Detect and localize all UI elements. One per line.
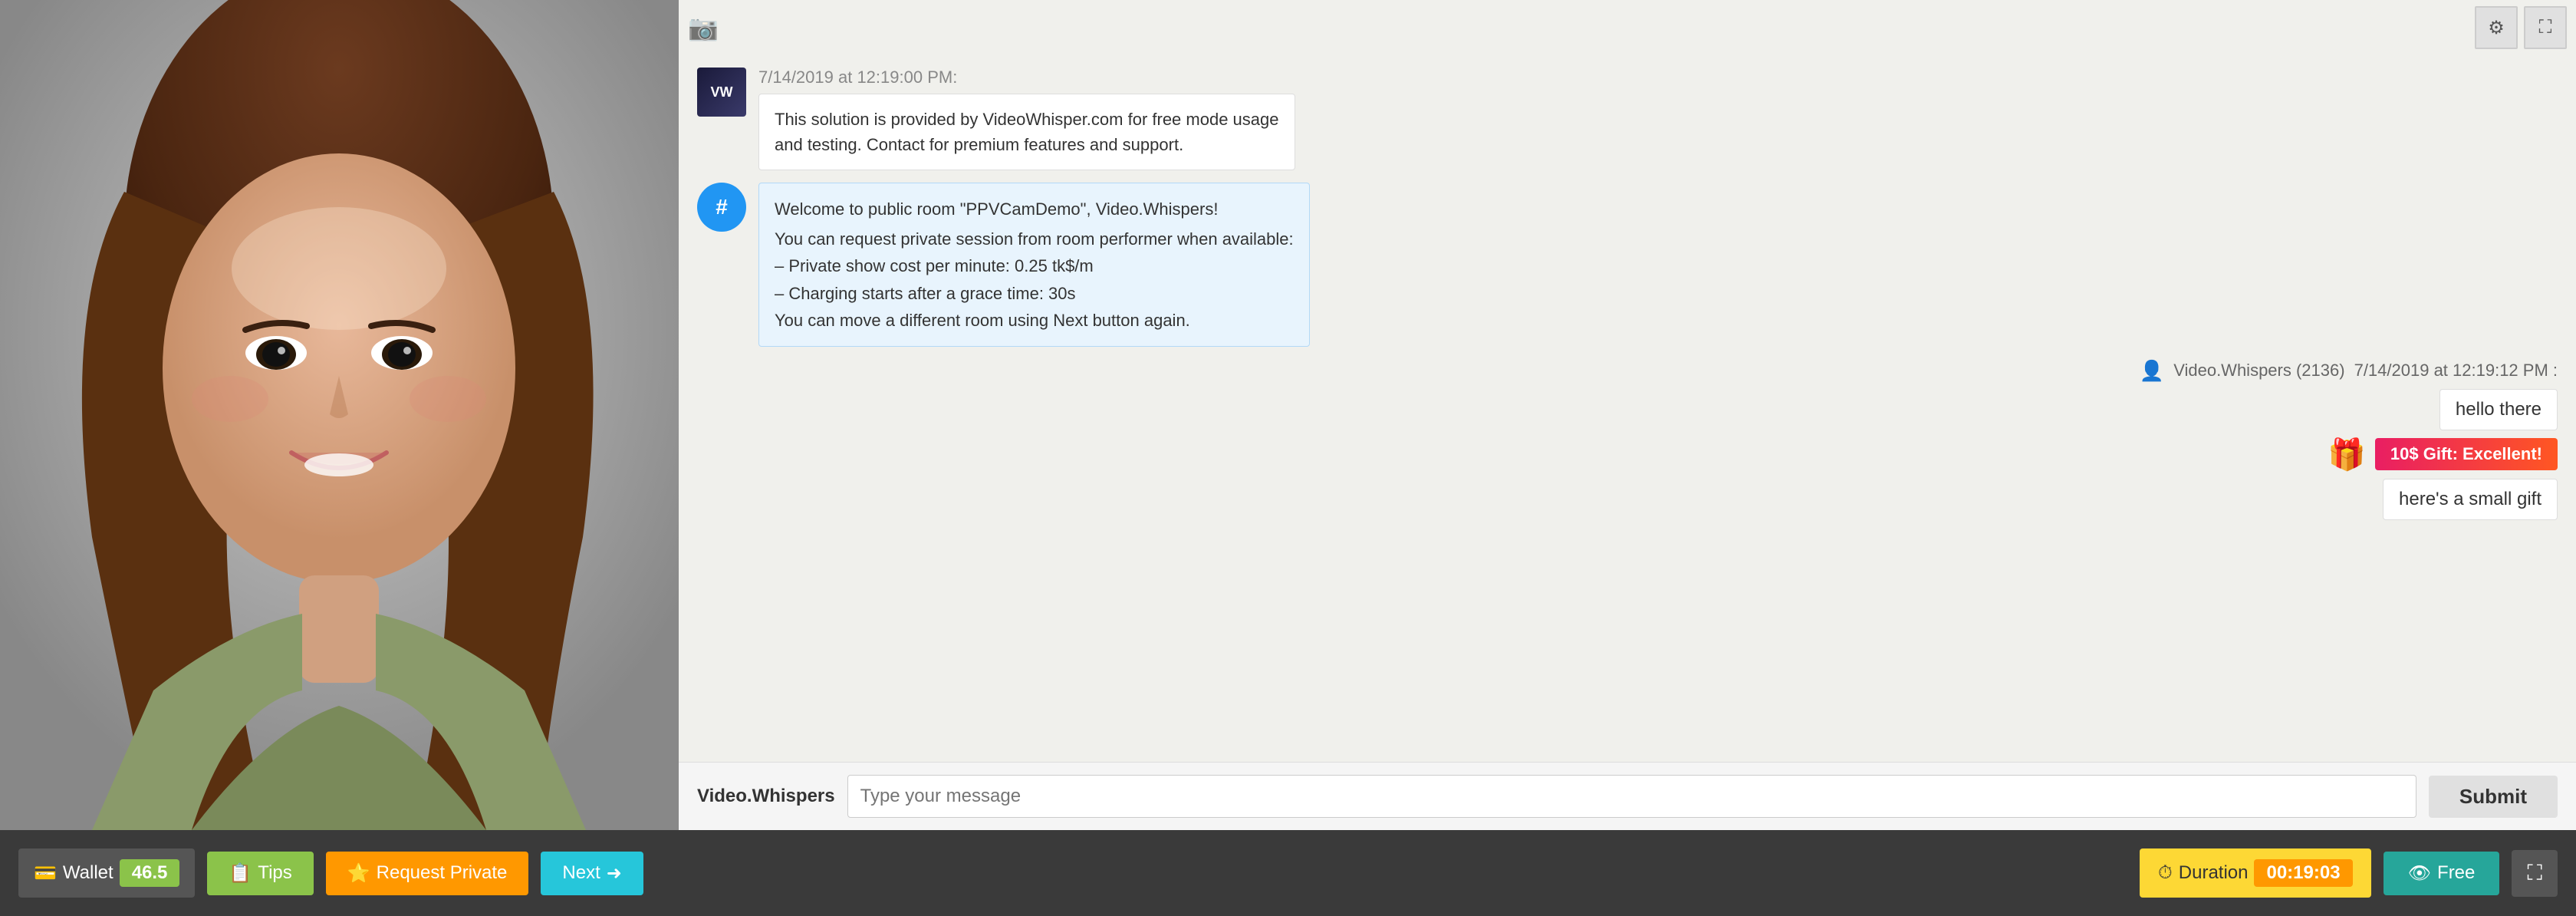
video-placeholder <box>0 0 679 830</box>
system-timestamp: 7/14/2019 at 12:19:00 PM: <box>758 68 1295 87</box>
next-button[interactable]: Next ➜ <box>541 852 643 895</box>
info-avatar: # <box>697 183 746 232</box>
user-section: 👤 Video.Whispers (2136) 7/14/2019 at 12:… <box>697 359 2558 520</box>
chat-input-bar: Video.Whispers Submit <box>679 762 2576 830</box>
video-panel <box>0 0 679 830</box>
system-message-text: This solution is provided by VideoWhispe… <box>775 110 1279 154</box>
duration-icon: ⏱ <box>2158 862 2173 884</box>
chat-topbar: 📷 ⚙ ⛶ <box>679 0 2576 55</box>
wallet-button[interactable]: 💳 Wallet 46.5 <box>18 848 195 898</box>
info-message: # Welcome to public room "PPVCamDemo", V… <box>697 183 2558 347</box>
private-label: Request Private <box>377 862 508 884</box>
gift-icon: 🎁 <box>2328 437 2366 473</box>
info-title: Welcome to public room "PPVCamDemo", Vid… <box>775 196 1294 222</box>
user-header: 👤 Video.Whispers (2136) 7/14/2019 at 12:… <box>697 359 2558 383</box>
tips-button[interactable]: 📋 Tips <box>207 852 313 895</box>
duration-label: Duration <box>2179 862 2249 884</box>
next-label: Next <box>562 862 600 884</box>
hello-bubble: hello there <box>2439 389 2558 430</box>
eye-icon: 👁 <box>2408 862 2431 885</box>
topbar-left: 📷 <box>688 13 2469 42</box>
duration-button[interactable]: ⏱ Duration 00:19:03 <box>2140 848 2371 898</box>
bottom-toolbar: 💳 Wallet 46.5 📋 Tips ⭐ Request Private N… <box>0 830 2576 916</box>
fullscreen-button[interactable]: ⛶ <box>2524 6 2567 49</box>
message-input[interactable] <box>847 775 2416 818</box>
chat-messages: VW 7/14/2019 at 12:19:00 PM: This soluti… <box>679 55 2576 762</box>
wallet-amount: 46.5 <box>120 859 180 887</box>
info-line-1: You can request private session from roo… <box>775 226 1294 252</box>
free-label: Free <box>2437 862 2475 884</box>
camera-off-icon: 📷 <box>688 13 719 42</box>
tips-label: Tips <box>258 862 291 884</box>
gift-bubble: 🎁 10$ Gift: Excellent! <box>697 437 2558 473</box>
system-message: VW 7/14/2019 at 12:19:00 PM: This soluti… <box>697 68 2558 170</box>
settings-button[interactable]: ⚙ <box>2475 6 2518 49</box>
gift-message-container: here's a small gift <box>697 479 2558 520</box>
system-avatar: VW <box>697 68 746 117</box>
duration-time: 00:19:03 <box>2254 859 2352 887</box>
info-line-4: You can move a different room using Next… <box>775 307 1294 334</box>
free-button[interactable]: 👁 Free <box>2384 852 2500 895</box>
expand-icon: ⛶ <box>2527 861 2542 885</box>
system-bubble: This solution is provided by VideoWhispe… <box>758 94 1295 170</box>
wallet-icon: 💳 <box>34 862 57 885</box>
info-line-2: – Private show cost per minute: 0.25 tk$… <box>775 252 1294 279</box>
info-bubble: Welcome to public room "PPVCamDemo", Vid… <box>758 183 1310 347</box>
request-private-button[interactable]: ⭐ Request Private <box>326 852 529 895</box>
user-header-time: 7/14/2019 at 12:19:12 PM : <box>2354 361 2558 381</box>
next-arrow-icon: ➜ <box>607 862 622 885</box>
info-line-3: – Charging starts after a grace time: 30… <box>775 280 1294 307</box>
user-icon: 👤 <box>2140 359 2164 383</box>
video-feed <box>0 0 679 830</box>
user-header-name: Video.Whispers (2136) <box>2173 361 2344 381</box>
submit-button[interactable]: Submit <box>2429 776 2558 818</box>
gift-text-bubble: here's a small gift <box>2383 479 2558 520</box>
chat-panel: 📷 ⚙ ⛶ VW 7/14/2019 at 12:19:00 PM: This … <box>679 0 2576 830</box>
tips-icon: 📋 <box>229 862 252 885</box>
hello-message-container: hello there <box>697 389 2558 430</box>
gift-badge: 10$ Gift: Excellent! <box>2375 438 2558 470</box>
expand-button[interactable]: ⛶ <box>2512 850 2558 897</box>
star-icon: ⭐ <box>347 862 370 885</box>
username-label: Video.Whispers <box>697 786 835 807</box>
wallet-label: Wallet <box>63 862 114 884</box>
